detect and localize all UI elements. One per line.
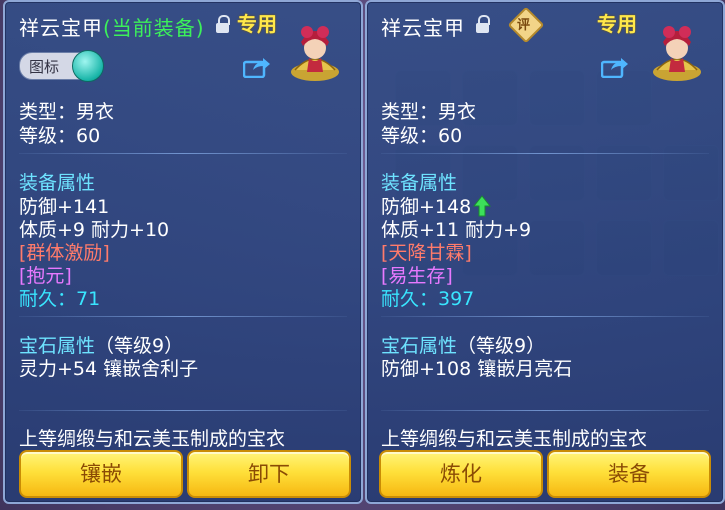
character-avatar-icon [291, 26, 339, 81]
durability: 耐久：397 [381, 288, 475, 310]
item-name: 祥云宝甲 [381, 16, 465, 40]
stat-increase-arrow-icon [473, 195, 492, 217]
item-description: 上等绸缎与和云美玉制成的宝衣 [381, 428, 648, 450]
refine-button[interactable]: 炼化 [379, 450, 543, 498]
item-level: 等级：60 [19, 125, 101, 147]
item-name: 祥云宝甲 [19, 16, 103, 40]
divider [19, 410, 347, 411]
compare-item-panel: 祥云宝甲 评 专用 类型：男衣 等级：60 装备属性 防御+148 体质+11 … [365, 0, 725, 504]
item-title: 祥云宝甲 [381, 12, 491, 41]
share-icon[interactable] [243, 56, 271, 78]
item-type: 类型：男衣 [381, 101, 477, 123]
divider [19, 316, 347, 317]
gem-stat: 灵力+54 镶嵌舍利子 [19, 358, 199, 380]
unequip-button[interactable]: 卸下 [187, 450, 351, 498]
icon-toggle[interactable]: 图标 [19, 50, 104, 82]
divider [19, 153, 347, 154]
equipment-attributes-header: 装备属性 [381, 172, 458, 194]
unlock-icon[interactable] [215, 15, 230, 33]
item-description: 上等绸缎与和云美玉制成的宝衣 [19, 428, 286, 450]
divider [381, 316, 709, 317]
unlock-icon[interactable] [476, 15, 491, 33]
character-avatar-icon [653, 26, 701, 81]
exclusive-label: 专用 [237, 12, 277, 36]
current-equipped-label: (当前装备) [103, 16, 205, 40]
exclusive-label: 专用 [597, 12, 637, 36]
icon-toggle-label: 图标 [29, 58, 60, 76]
equipped-item-panel: 祥云宝甲(当前装备) 专用 图标 类型：男衣 等级：60 装备属性 防御+141… [3, 0, 363, 504]
durability: 耐久：71 [19, 288, 101, 310]
gem-stat: 防御+108 镶嵌月亮石 [381, 358, 573, 380]
equip-button[interactable]: 装备 [547, 450, 711, 498]
item-level: 等级：60 [381, 125, 463, 147]
divider [381, 153, 709, 154]
equipment-attributes-header: 装备属性 [19, 172, 96, 194]
share-icon[interactable] [601, 56, 629, 78]
divider [381, 410, 709, 411]
rating-badge-label: 评 [517, 18, 531, 33]
toggle-knob[interactable] [72, 50, 104, 82]
inlay-button[interactable]: 镶嵌 [19, 450, 183, 498]
item-type: 类型：男衣 [19, 101, 115, 123]
item-title: 祥云宝甲(当前装备) [19, 12, 230, 41]
